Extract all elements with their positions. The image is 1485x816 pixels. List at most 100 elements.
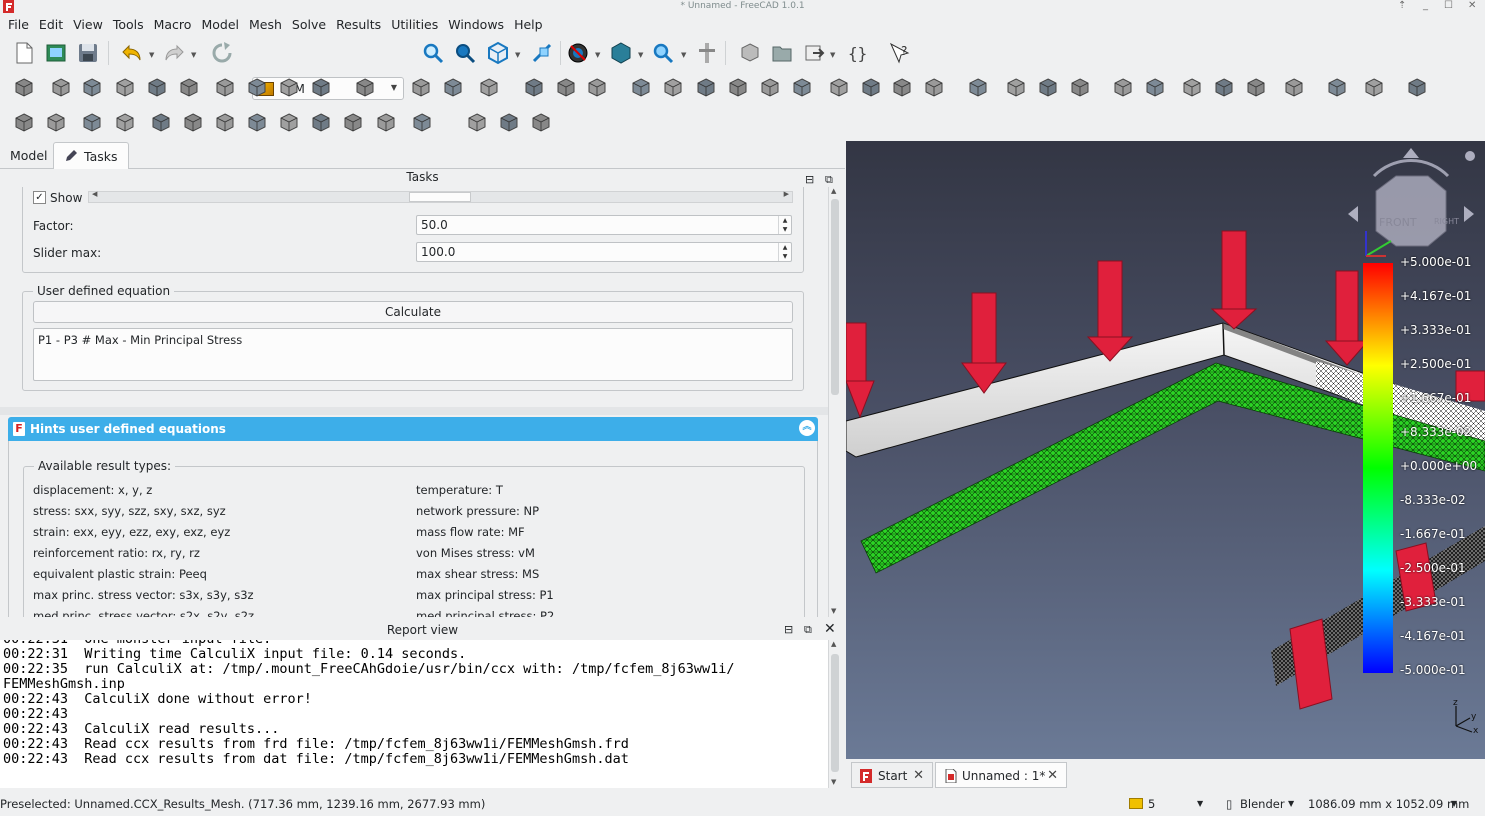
factor-spinbox[interactable]: 50.0 ▲ ▼: [416, 215, 792, 235]
spring-icon[interactable]: [441, 76, 465, 100]
zoom-icon[interactable]: [651, 41, 675, 65]
magnetization-icon[interactable]: [790, 76, 814, 100]
redo-icon[interactable]: [162, 41, 186, 65]
menu-help[interactable]: Help: [509, 14, 548, 36]
menu-tools[interactable]: Tools: [108, 14, 149, 36]
close-window-button[interactable]: ✕: [1468, 0, 1476, 12]
text-icon[interactable]: [12, 76, 36, 100]
show-checkbox[interactable]: ✓: [33, 191, 46, 204]
menu-solve[interactable]: Solve: [287, 14, 331, 36]
scroll-up-icon[interactable]: ▲: [831, 640, 836, 648]
results-icon[interactable]: [374, 111, 398, 135]
cut-plane-icon[interactable]: [181, 111, 205, 135]
nodes-set-icon[interactable]: [1180, 76, 1204, 100]
fluid-section-icon[interactable]: [694, 76, 718, 100]
mesh-boundary-icon[interactable]: [1004, 76, 1028, 100]
displacement-icon[interactable]: [309, 76, 333, 100]
menu-macro[interactable]: Macro: [149, 14, 197, 36]
chevron-down-icon[interactable]: ▼: [1451, 792, 1457, 816]
scalar-icon[interactable]: [44, 111, 68, 135]
slider-max-spinbox[interactable]: 100.0 ▲ ▼: [416, 242, 792, 262]
flow-velocity-icon[interactable]: [827, 76, 851, 100]
fit-selection-icon[interactable]: [453, 41, 477, 65]
close-icon[interactable]: ✕: [824, 619, 836, 639]
menu-windows[interactable]: Windows: [443, 14, 509, 36]
hints-panel-header[interactable]: F Hints user defined equations ︽: [8, 417, 818, 441]
scroll-up-icon[interactable]: ▲: [831, 187, 836, 195]
menu-utilities[interactable]: Utilities: [386, 14, 443, 36]
bounding-box-dropdown-icon[interactable]: ▼: [638, 51, 643, 59]
dock-float-icon[interactable]: ⊟: [784, 620, 793, 640]
current-density-icon[interactable]: [758, 76, 782, 100]
scrollbar-thumb[interactable]: [831, 199, 839, 395]
fixed-constraint-icon[interactable]: [277, 76, 301, 100]
link-dropdown-icon[interactable]: ▼: [830, 51, 835, 59]
shape-icon[interactable]: [113, 76, 137, 100]
scroll-down-icon[interactable]: ▼: [831, 778, 836, 786]
reload-icon[interactable]: [80, 111, 104, 135]
mesh-group-icon[interactable]: [1036, 76, 1060, 100]
data-along-line-icon[interactable]: [497, 111, 521, 135]
menu-mesh[interactable]: Mesh: [244, 14, 287, 36]
tab-start[interactable]: Start ✕: [851, 762, 933, 788]
draw-style-icon[interactable]: [566, 41, 590, 65]
mesh-netgen-icon[interactable]: [922, 76, 946, 100]
menu-edit[interactable]: Edit: [34, 14, 68, 36]
collapse-icon[interactable]: ︽: [799, 420, 815, 436]
solver-ccx-icon[interactable]: [1212, 76, 1236, 100]
sphere-icon[interactable]: [49, 76, 73, 100]
contour-icon[interactable]: [277, 111, 301, 135]
report-view[interactable]: 00:22:31 One monster input file.00:22:31…: [0, 640, 828, 788]
region-icon[interactable]: [245, 111, 269, 135]
force-icon[interactable]: [409, 76, 433, 100]
notifications-icon[interactable]: [1129, 798, 1143, 809]
tab-tasks[interactable]: Tasks: [53, 142, 129, 169]
slider-right-arrow-icon[interactable]: ▶: [784, 190, 789, 198]
pressure-icon[interactable]: [353, 76, 377, 100]
open-document-icon[interactable]: [44, 41, 68, 65]
solver-elmer-icon[interactable]: [1244, 76, 1268, 100]
measure-icon[interactable]: [530, 41, 554, 65]
minimize-button[interactable]: _: [1423, 0, 1428, 12]
clip-icon[interactable]: [213, 111, 237, 135]
report-scrollbar[interactable]: ▲ ▼: [828, 640, 840, 788]
solver-z88-icon[interactable]: [1282, 76, 1306, 100]
save-icon[interactable]: [76, 41, 100, 65]
glyph-icon[interactable]: [309, 111, 333, 135]
mesh-clear-icon[interactable]: [1111, 76, 1135, 100]
bounding-box-icon[interactable]: [609, 41, 633, 65]
dock-undock-icon[interactable]: ⧉: [825, 171, 833, 188]
solid-icon[interactable]: [177, 76, 201, 100]
equation-textarea[interactable]: P1 - P3 # Max - Min Principal Stress: [33, 328, 793, 381]
new-document-icon[interactable]: [12, 41, 36, 65]
undo-icon[interactable]: [120, 41, 144, 65]
menu-view[interactable]: View: [68, 14, 108, 36]
beam-section-icon[interactable]: [245, 76, 269, 100]
contact-icon[interactable]: [477, 76, 501, 100]
constraint-icon[interactable]: [145, 76, 169, 100]
purge-results-icon[interactable]: [1405, 76, 1429, 100]
initial-flow-icon[interactable]: [859, 76, 883, 100]
heat-flux-icon[interactable]: [554, 76, 578, 100]
menu-file[interactable]: File: [3, 14, 34, 36]
std-views-dropdown-icon[interactable]: ▼: [515, 51, 520, 59]
grid-icon[interactable]: [113, 111, 137, 135]
link-icon[interactable]: [803, 41, 827, 65]
isometric-view-icon[interactable]: [486, 41, 510, 65]
calculate-button[interactable]: Calculate: [33, 301, 793, 323]
slider-handle[interactable]: [409, 192, 471, 202]
group-folder-icon[interactable]: [770, 41, 794, 65]
mesh-display-icon[interactable]: [1143, 76, 1167, 100]
whats-this-icon[interactable]: ?: [888, 41, 912, 65]
tab-unnamed[interactable]: Unnamed : 1* ✕: [935, 762, 1067, 788]
initial-temp-icon[interactable]: [629, 76, 653, 100]
dock-undock-icon[interactable]: ⧉: [804, 620, 812, 640]
task-panel-scrollbar[interactable]: ▲ ▼: [828, 187, 840, 617]
sphere-clip-icon[interactable]: [410, 111, 434, 135]
equation-icon[interactable]: [1325, 76, 1349, 100]
material-icon[interactable]: [213, 76, 237, 100]
run-solver-icon[interactable]: [1362, 76, 1386, 100]
mesh-gmsh-icon[interactable]: [966, 76, 990, 100]
menu-results[interactable]: Results: [331, 14, 386, 36]
scroll-down-icon[interactable]: ▼: [831, 607, 836, 615]
